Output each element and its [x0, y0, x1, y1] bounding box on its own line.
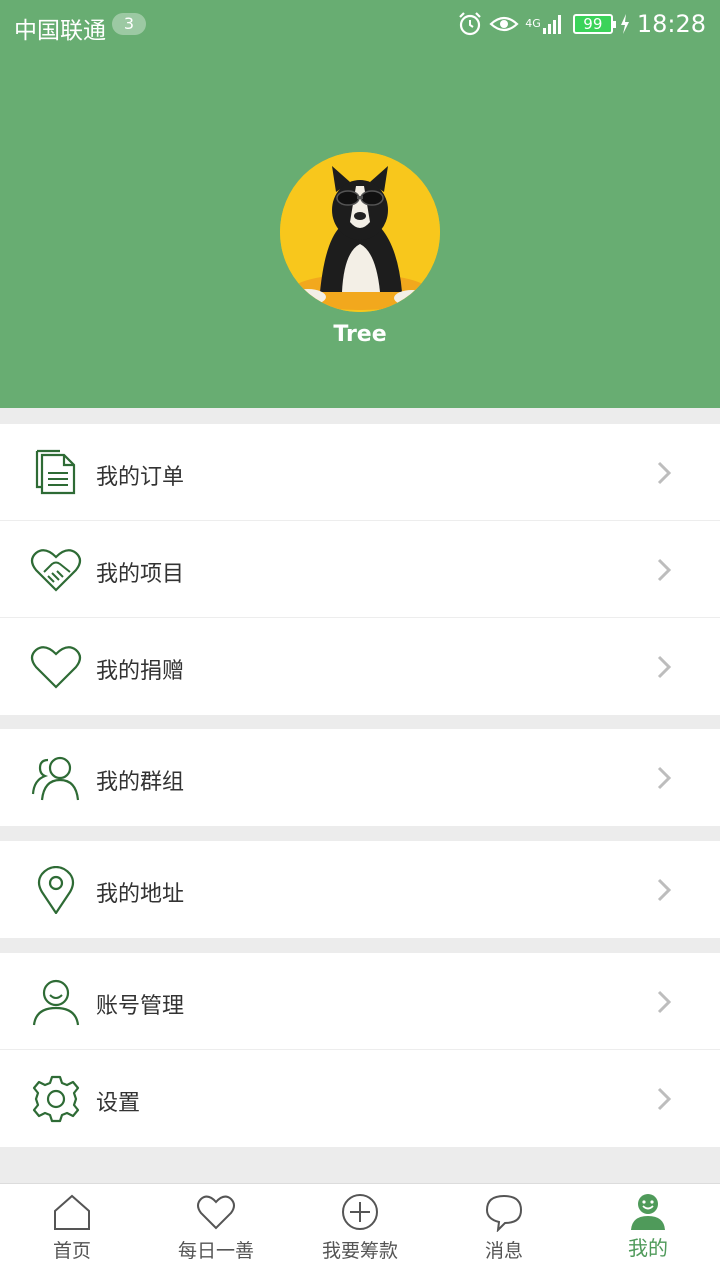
chevron-right-icon — [657, 1087, 672, 1111]
menu-item-account[interactable]: 账号管理 — [0, 953, 720, 1050]
menu-item-orders[interactable]: 我的订单 — [0, 424, 720, 521]
tab-label: 首页 — [52, 1240, 91, 1262]
menu-item-groups[interactable]: 我的群组 — [0, 729, 720, 826]
sim-badge: 3 — [112, 13, 146, 35]
chevron-right-icon — [657, 655, 672, 679]
menu-item-label: 账号管理 — [96, 994, 185, 1019]
tab-fundraise[interactable]: 我要筹款 — [288, 1184, 432, 1280]
handshake-heart-icon — [30, 549, 82, 592]
menu-group-orders: 我的订单 我的项目 我的捐赠 — [0, 424, 720, 715]
menu-item-label: 我的捐赠 — [96, 659, 185, 684]
status-icons: 4G 99 18:28 — [457, 8, 706, 40]
eye-icon — [489, 16, 519, 32]
chat-bubble-icon — [485, 1194, 523, 1232]
username: Tree — [333, 322, 387, 347]
carrier-name: 中国联通 — [14, 18, 106, 44]
bottom-tab-bar: 首页 每日一善 我要筹款 消息 我的 — [0, 1183, 720, 1280]
menu-item-settings[interactable]: 设置 — [0, 1050, 720, 1147]
menu-item-label: 我的订单 — [96, 465, 185, 490]
tab-messages[interactable]: 消息 — [432, 1184, 576, 1280]
menu-item-projects[interactable]: 我的项目 — [0, 521, 720, 618]
tab-daily-good[interactable]: 每日一善 — [144, 1184, 288, 1280]
menu-item-label: 我的地址 — [96, 882, 185, 907]
smiley-user-icon — [631, 1194, 665, 1230]
heart-icon — [30, 646, 82, 689]
charging-icon — [620, 14, 629, 34]
tab-label: 消息 — [484, 1240, 523, 1262]
tab-label: 我要筹款 — [321, 1240, 398, 1262]
menu-group-address: 我的地址 — [0, 841, 720, 938]
menu-item-label: 我的群组 — [96, 770, 185, 795]
tab-label: 我的 — [628, 1236, 668, 1260]
menu-group-groups: 我的群组 — [0, 729, 720, 826]
clock: 18:28 — [636, 10, 706, 38]
alarm-icon — [459, 12, 482, 36]
menu-item-address[interactable]: 我的地址 — [0, 841, 720, 938]
chevron-right-icon — [657, 766, 672, 790]
chevron-right-icon — [657, 990, 672, 1014]
heart-icon — [197, 1195, 235, 1230]
battery-indicator: 99 — [572, 14, 616, 34]
signal-icon — [542, 15, 561, 34]
menu-group-account: 账号管理 设置 — [0, 953, 720, 1147]
network-type: 4G — [525, 17, 541, 30]
chevron-right-icon — [657, 878, 672, 902]
tab-home[interactable]: 首页 — [0, 1184, 144, 1280]
dog-avatar-image — [280, 152, 440, 312]
location-pin-icon — [37, 866, 75, 914]
menu-item-label: 设置 — [96, 1091, 141, 1116]
home-icon — [54, 1194, 90, 1230]
profile-header: 中国联通 3 4G 99 18:28 Tree — [0, 0, 720, 408]
group-icon — [31, 756, 80, 801]
avatar[interactable] — [280, 152, 440, 312]
user-icon — [32, 979, 80, 1026]
gear-icon — [32, 1075, 80, 1123]
tab-label: 每日一善 — [177, 1240, 254, 1262]
status-bar: 中国联通 3 4G 99 18:28 — [0, 0, 720, 50]
chevron-right-icon — [657, 461, 672, 485]
plus-circle-icon — [342, 1194, 378, 1230]
chevron-right-icon — [657, 558, 672, 582]
menu-item-donations[interactable]: 我的捐赠 — [0, 618, 720, 715]
menu-item-label: 我的项目 — [96, 562, 185, 587]
document-icon — [35, 449, 76, 495]
tab-mine[interactable]: 我的 — [576, 1184, 720, 1280]
